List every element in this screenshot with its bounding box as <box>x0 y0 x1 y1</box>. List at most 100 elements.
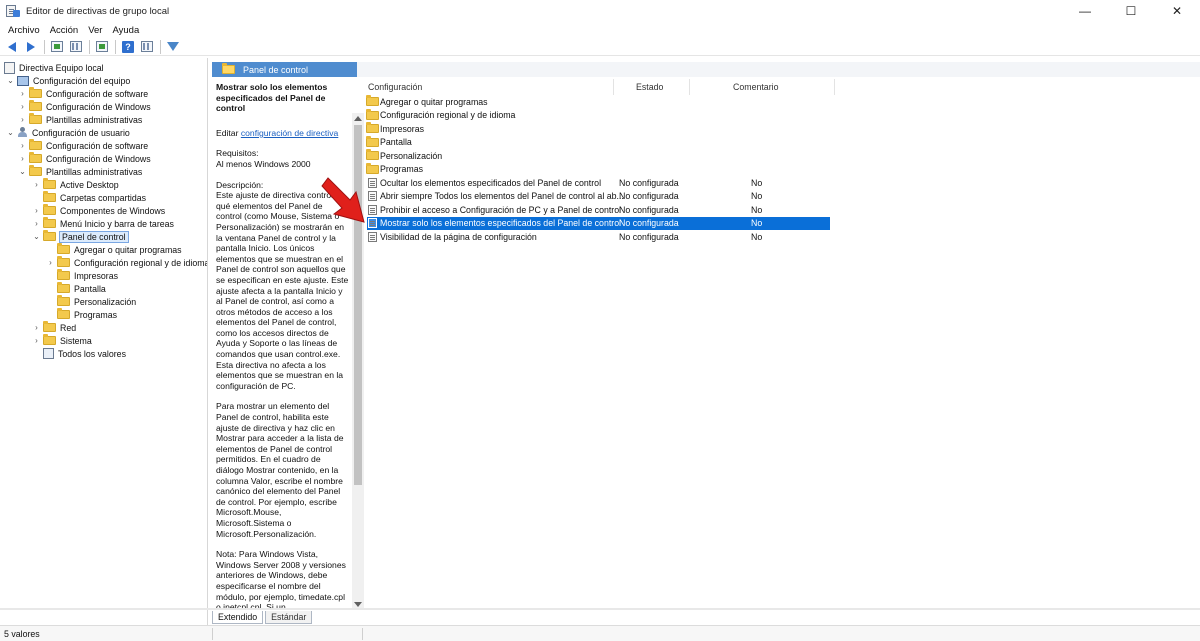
close-button[interactable]: ✕ <box>1154 0 1200 22</box>
status-divider <box>362 628 363 640</box>
list-item-setting-always-open-all[interactable]: Abrir siempre Todos los elementos del Pa… <box>364 190 1200 204</box>
menu-accion[interactable]: Acción <box>45 25 84 36</box>
tree-node-start-menu[interactable]: › Menú Inicio y barra de tareas <box>32 217 174 230</box>
edit-policy-link[interactable]: configuración de directiva <box>241 128 338 138</box>
folder-icon <box>29 87 42 98</box>
chevron-down-icon[interactable]: ⌄ <box>18 167 27 176</box>
computer-icon <box>17 75 29 86</box>
folder-icon <box>29 139 42 150</box>
list-item-setting-settings-page-visibility[interactable]: Visibilidad de la página de configuració… <box>364 230 1200 244</box>
list-item-folder-printers[interactable]: Impresoras <box>364 122 1200 136</box>
menu-ayuda[interactable]: Ayuda <box>107 25 144 36</box>
folder-icon <box>43 191 56 202</box>
folder-icon <box>366 95 379 107</box>
column-header-comment[interactable]: Comentario <box>733 82 778 92</box>
list-item-setting-prohibit-access[interactable]: Prohibir el acceso a Configuración de PC… <box>364 203 1200 217</box>
column-header-state[interactable]: Estado <box>636 82 663 92</box>
tree-node-root[interactable]: Directiva Equipo local <box>2 61 104 74</box>
folder-icon <box>43 321 56 332</box>
chevron-right-icon[interactable]: › <box>18 89 27 98</box>
chevron-right-icon[interactable]: › <box>32 206 41 215</box>
folder-icon <box>43 334 56 345</box>
show-hide-tree-button[interactable] <box>68 39 84 55</box>
column-divider[interactable] <box>689 79 690 95</box>
chevron-right-icon[interactable]: › <box>18 141 27 150</box>
tree-node-system[interactable]: › Sistema <box>32 334 92 347</box>
chevron-down-icon[interactable]: ⌄ <box>6 128 15 137</box>
menu-archivo[interactable]: Archivo <box>3 25 45 36</box>
folder-icon <box>29 165 42 176</box>
status-count: 5 valores <box>4 628 40 639</box>
column-header-name[interactable]: Configuración <box>368 82 422 92</box>
tree-node-admin-templates[interactable]: › Plantillas administrativas <box>18 113 142 126</box>
chevron-right-icon[interactable]: › <box>18 102 27 111</box>
up-level-button[interactable] <box>49 39 65 55</box>
tree-node-windows-components[interactable]: › Componentes de Windows <box>32 204 165 217</box>
tree-node-personalization[interactable]: Personalización <box>46 295 136 308</box>
list-item-folder-personalization[interactable]: Personalización <box>364 149 1200 163</box>
tab-standard[interactable]: Estándar <box>265 611 313 624</box>
menu-ver[interactable]: Ver <box>83 25 107 36</box>
export-list-button[interactable] <box>94 39 110 55</box>
properties-button[interactable] <box>139 39 155 55</box>
chevron-down-icon[interactable]: ⌄ <box>32 232 41 241</box>
scroll-up-icon[interactable] <box>354 116 362 121</box>
column-divider[interactable] <box>834 79 835 95</box>
tree-node-display[interactable]: Pantalla <box>46 282 106 295</box>
chevron-right-icon[interactable]: › <box>32 180 41 189</box>
chevron-down-icon[interactable]: ⌄ <box>6 76 15 85</box>
tree-node-computer-config[interactable]: ⌄ Configuración del equipo <box>6 74 130 87</box>
extended-description-pane: Mostrar solo los elementos especificados… <box>212 79 364 610</box>
gpedit-app-icon <box>6 5 20 17</box>
list-item-setting-show-only-selected[interactable]: Mostrar solo los elementos especificados… <box>367 216 830 230</box>
tree-node-printers[interactable]: Impresoras <box>46 269 118 282</box>
back-button[interactable] <box>4 39 20 55</box>
list-item-folder-display[interactable]: Pantalla <box>364 135 1200 150</box>
tree-node-programs[interactable]: Programas <box>46 308 117 321</box>
tree-node-user-admin-templates[interactable]: ⌄ Plantillas administrativas <box>18 165 142 178</box>
help-button[interactable]: ? <box>120 39 136 55</box>
tree-node-windows-config[interactable]: › Configuración de Windows <box>18 100 151 113</box>
scroll-down-icon[interactable] <box>354 602 362 607</box>
forward-arrow-icon <box>27 41 35 52</box>
list-item-folder-programs[interactable]: Programas <box>364 162 1200 177</box>
all-settings-icon <box>43 348 54 359</box>
chevron-right-icon[interactable]: › <box>18 154 27 163</box>
folder-icon <box>57 256 70 267</box>
chevron-right-icon[interactable]: › <box>32 336 41 345</box>
console-tree-icon <box>70 41 82 52</box>
tree-node-software-config[interactable]: › Configuración de software <box>18 87 148 100</box>
chevron-right-icon[interactable]: › <box>46 258 55 267</box>
list-item-folder-add-remove[interactable]: Agregar o quitar programas <box>364 95 1200 109</box>
chevron-right-icon[interactable]: › <box>32 219 41 228</box>
title-bar: Editor de directivas de grupo local — ☐ … <box>0 0 1200 22</box>
chevron-right-icon[interactable]: › <box>32 323 41 332</box>
chevron-right-icon[interactable]: › <box>18 115 27 124</box>
forward-button[interactable] <box>23 39 39 55</box>
column-divider[interactable] <box>613 79 614 95</box>
folder-icon <box>57 243 70 254</box>
filter-button[interactable] <box>165 39 181 55</box>
folder-up-icon <box>51 41 63 52</box>
tree-node-user-windows-config[interactable]: › Configuración de Windows <box>18 152 151 165</box>
list-item-folder-regional[interactable]: Configuración regional y de idioma <box>364 108 1200 123</box>
details-header-title: Panel de control <box>243 64 309 75</box>
tree-node-shared-folders[interactable]: Carpetas compartidas <box>32 191 146 204</box>
tree-node-user-software-config[interactable]: › Configuración de software <box>18 139 148 152</box>
tree-node-active-desktop[interactable]: › Active Desktop <box>32 178 119 191</box>
list-item-setting-hide-items[interactable]: Ocultar los elementos especificados del … <box>364 176 1200 190</box>
folder-icon <box>57 269 70 280</box>
tree-node-user-config[interactable]: ⌄ Configuración de usuario <box>6 126 130 139</box>
tree-node-network[interactable]: › Red <box>32 321 76 334</box>
tree-node-control-panel[interactable]: ⌄ Panel de control <box>32 230 129 243</box>
tree-node-regional[interactable]: › Configuración regional y de idioma <box>46 256 207 269</box>
tab-extended[interactable]: Extendido <box>212 611 264 624</box>
maximize-button[interactable]: ☐ <box>1108 0 1154 22</box>
tree-node-all-values[interactable]: Todos los valores <box>32 347 126 360</box>
edit-prefix: Editar <box>216 127 241 138</box>
folder-icon <box>43 204 56 215</box>
minimize-button[interactable]: — <box>1062 0 1108 22</box>
tree-node-add-remove[interactable]: Agregar o quitar programas <box>46 243 182 256</box>
folder-icon <box>366 149 379 161</box>
folder-icon <box>29 100 42 111</box>
